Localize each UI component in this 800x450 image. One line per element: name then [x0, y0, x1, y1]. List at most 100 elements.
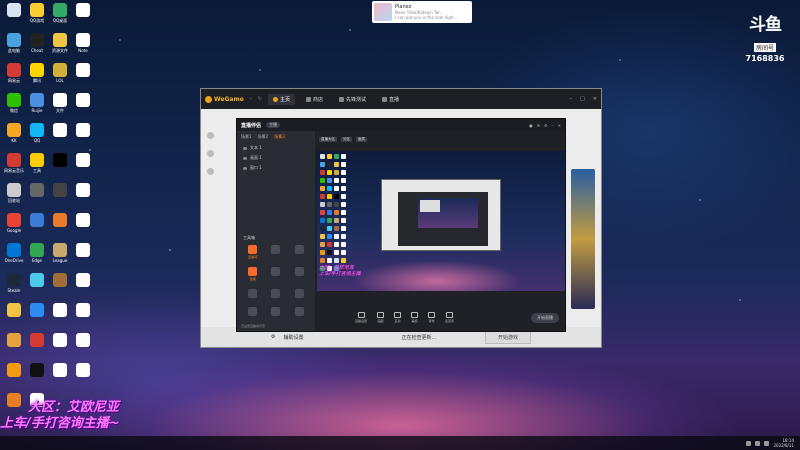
- app-icon: [30, 363, 44, 377]
- preview-desktop-icon: [341, 226, 346, 231]
- desktop-icon[interactable]: Note: [70, 33, 96, 53]
- sound-button[interactable]: 音效: [428, 312, 436, 323]
- app-icon: [30, 33, 44, 47]
- preview-desktop-icon: [320, 178, 325, 183]
- desktop-icon[interactable]: [70, 273, 96, 288]
- close-icon[interactable]: ✕: [558, 123, 561, 128]
- mail-icon[interactable]: ✉: [537, 123, 540, 128]
- sound-icon: [428, 312, 436, 318]
- tool-item[interactable]: [288, 289, 311, 299]
- desktop-icon[interactable]: [70, 63, 96, 78]
- eye-icon[interactable]: [243, 166, 247, 170]
- screen-button[interactable]: 画面: [377, 312, 385, 323]
- beauty-button[interactable]: 美颜: [411, 312, 419, 323]
- tab-beta[interactable]: 先锋测试: [334, 94, 371, 105]
- desktop-icon[interactable]: [70, 3, 96, 18]
- go-live-button[interactable]: 开始直播: [531, 313, 559, 323]
- volume-icon[interactable]: [755, 440, 761, 446]
- app-icon: [30, 243, 44, 257]
- scene-item[interactable]: 画面 1: [237, 153, 315, 163]
- screen-label: 画面: [377, 319, 384, 323]
- settings-icon[interactable]: ⚙: [271, 334, 275, 340]
- mic-button[interactable]: 麦克风: [445, 312, 454, 323]
- info-category[interactable]: 分区: [341, 136, 352, 142]
- tab-home[interactable]: 主页: [267, 93, 295, 105]
- maximize-button[interactable]: □: [580, 96, 585, 102]
- back-arrow-icon[interactable]: ‹: [250, 96, 252, 102]
- desktop-icon[interactable]: [70, 213, 96, 228]
- scene-item[interactable]: 文本 1: [237, 143, 315, 153]
- tool-item[interactable]: [264, 307, 287, 317]
- sidebar-item[interactable]: [207, 129, 235, 141]
- sidebar-item[interactable]: [207, 147, 235, 159]
- settings-icon: [357, 312, 365, 318]
- ime-icon[interactable]: [764, 440, 770, 446]
- clock[interactable]: 18:14 2022/8/11: [773, 438, 794, 448]
- gear-icon[interactable]: ⚙: [544, 123, 548, 128]
- info-quality[interactable]: 画质: [356, 136, 367, 142]
- assist-settings-link[interactable]: 辅助设置: [283, 334, 303, 341]
- app-icon: [53, 333, 67, 347]
- live-settings-button[interactable]: 直播设置: [355, 312, 367, 323]
- tab-scene-3[interactable]: 场景3: [274, 134, 285, 140]
- tool-item[interactable]: [288, 245, 311, 259]
- tool-item[interactable]: [288, 307, 311, 317]
- network-icon[interactable]: [746, 440, 752, 446]
- sidebar-item[interactable]: [207, 165, 235, 177]
- desktop-icon[interactable]: [70, 303, 96, 318]
- tab-scene-1[interactable]: 场景1: [241, 134, 252, 140]
- desktop-icon[interactable]: [70, 363, 96, 378]
- desktop-icon[interactable]: [70, 333, 96, 348]
- app-icon: [7, 183, 21, 197]
- tab-scene-2[interactable]: 场景2: [258, 134, 269, 140]
- app-icon: [76, 123, 90, 137]
- preview-desktop-icon: [327, 202, 332, 207]
- scene-item[interactable]: 窗口 1: [237, 163, 315, 173]
- preview-desktop-icon: [320, 218, 325, 223]
- eye-icon[interactable]: [243, 146, 247, 150]
- taskbar: 18:14 2022/8/11: [0, 436, 800, 450]
- tool-item[interactable]: 直播间: [241, 245, 264, 259]
- interact-icon: [394, 312, 402, 318]
- live-icon: [382, 96, 388, 102]
- tool-item[interactable]: [241, 289, 264, 299]
- wegame-logo[interactable]: WeGame: [205, 95, 244, 103]
- tool-item[interactable]: [264, 289, 287, 299]
- tool-item[interactable]: [241, 307, 264, 317]
- eye-icon[interactable]: [243, 156, 247, 160]
- minimize-button[interactable]: –: [570, 96, 573, 102]
- desktop-icon[interactable]: [70, 153, 96, 168]
- info-region[interactable]: 直播大区: [319, 136, 337, 142]
- tab-live-label: 直播: [389, 96, 400, 103]
- start-game-button[interactable]: 开始游戏: [484, 330, 531, 344]
- preview-desktop-icon: [334, 202, 339, 207]
- desktop-icon[interactable]: [70, 183, 96, 198]
- preview-desktop-icon: [341, 154, 346, 159]
- desktop-icon-label: Note: [78, 48, 88, 53]
- role-badge[interactable]: 主播: [266, 122, 281, 128]
- interact-button[interactable]: 互动: [394, 312, 402, 323]
- tool-item[interactable]: [288, 267, 311, 281]
- app-icon: [53, 93, 67, 107]
- avatar[interactable]: ●: [529, 123, 533, 128]
- minimize-icon[interactable]: –: [552, 123, 554, 128]
- close-button[interactable]: ✕: [593, 96, 597, 102]
- notification-toast[interactable]: Planez Neon Tribe/Katelyn Tar... I can p…: [372, 1, 472, 23]
- stream-preview[interactable]: 大区：艾欧尼亚 上车/手打咨询主播: [317, 151, 565, 291]
- preview-desktop-icon: [327, 194, 332, 199]
- tool-item[interactable]: 直播: [241, 267, 264, 281]
- beta-icon: [339, 96, 345, 102]
- refresh-icon[interactable]: ↻: [258, 96, 262, 102]
- wegame-logo-text: WeGame: [214, 95, 244, 103]
- tool-item[interactable]: [264, 245, 287, 259]
- desktop-icon[interactable]: [70, 243, 96, 258]
- preview-desktop-icon: [327, 250, 332, 255]
- tab-live[interactable]: 直播: [377, 94, 404, 105]
- desktop-icon[interactable]: [70, 123, 96, 138]
- desktop-icon[interactable]: [70, 93, 96, 108]
- tool-item[interactable]: [264, 267, 287, 281]
- app-icon: [53, 273, 67, 287]
- tab-store[interactable]: 商店: [301, 94, 328, 105]
- desktop-icon-label: Ruijie: [31, 108, 43, 113]
- app-icon: [7, 273, 21, 287]
